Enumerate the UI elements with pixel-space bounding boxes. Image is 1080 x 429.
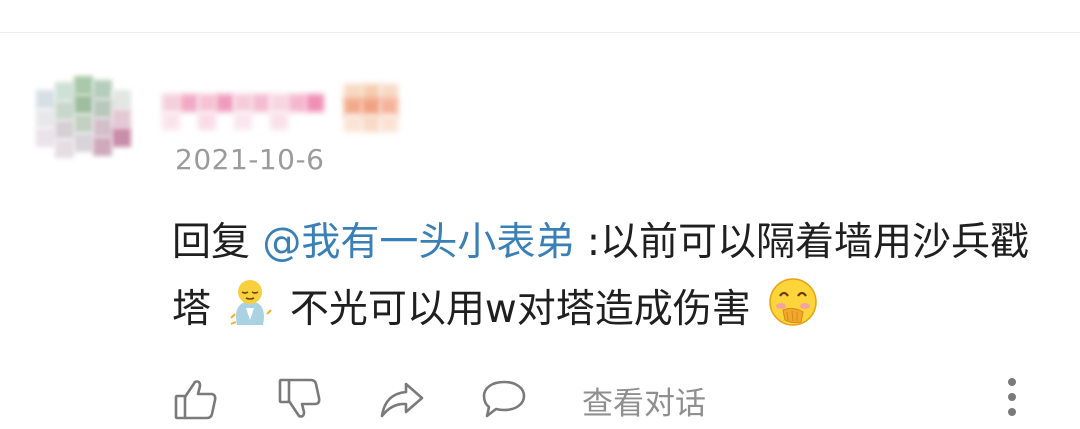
laughing-covering-mouth-emoji-icon bbox=[767, 276, 819, 349]
more-vertical-icon[interactable] bbox=[998, 374, 1026, 420]
view-conversation-button[interactable]: 查看对话 bbox=[582, 378, 706, 423]
comment-text-part2: 不光可以用w对塔造成伤害 bbox=[289, 287, 751, 332]
avatar[interactable] bbox=[36, 72, 132, 168]
share-arrow-icon[interactable] bbox=[376, 376, 428, 422]
mention-link[interactable]: @我有一头小表弟 bbox=[262, 220, 574, 265]
comment-bubble-icon[interactable] bbox=[478, 376, 530, 422]
comment-body: 回复 @我有一头小表弟 :以前可以隔着墙用沙兵戳塔 不光可以用w对塔造成伤害 bbox=[172, 210, 1052, 349]
comment-actions: 查看对话 bbox=[170, 372, 1050, 426]
thumbs-down-icon[interactable] bbox=[274, 376, 326, 422]
top-divider bbox=[0, 32, 1080, 33]
relieved-praying-emoji-icon bbox=[227, 278, 273, 349]
reply-prefix: 回复 bbox=[172, 220, 263, 265]
username[interactable] bbox=[162, 76, 422, 132]
thumbs-up-icon[interactable] bbox=[170, 376, 222, 422]
comment-timestamp: 2021-10-6 bbox=[175, 143, 325, 176]
